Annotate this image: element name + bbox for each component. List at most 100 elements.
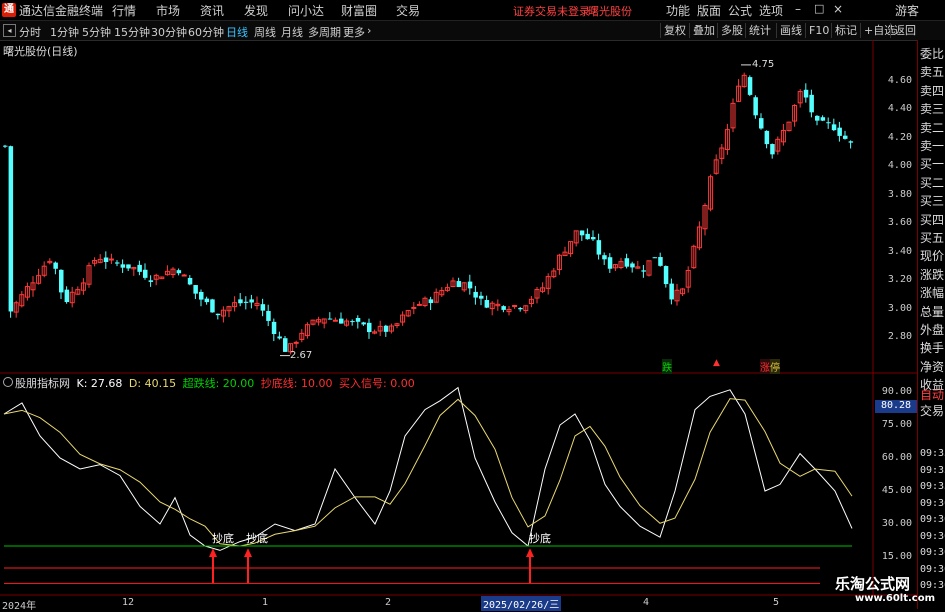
zhang-badge: 涨 — [760, 359, 770, 374]
candle-body — [669, 283, 674, 300]
panel-item[interactable]: 买二 — [920, 174, 945, 191]
minimize-button[interactable]: – — [795, 2, 801, 16]
candle-body — [3, 145, 8, 147]
panel-item[interactable]: 卖二 — [920, 119, 945, 136]
menu-caifuquan[interactable]: 财富圈 — [341, 2, 377, 19]
x-label: 2024年 — [2, 601, 37, 612]
guest-label[interactable]: 游客 — [895, 2, 919, 19]
panel-item-trade[interactable]: 自动 — [920, 386, 945, 403]
maximize-button[interactable]: □ — [814, 2, 824, 15]
toggle-icon[interactable]: ◂ — [3, 24, 16, 37]
k-value: K: 27.68 — [76, 377, 123, 390]
kline-chart-area[interactable] — [0, 40, 917, 609]
biaoji-button[interactable]: 标记 — [831, 23, 860, 38]
duogu-button[interactable]: 多股 — [717, 23, 746, 38]
menu-faxian[interactable]: 发现 — [244, 2, 268, 19]
period-60min[interactable]: 60分钟 — [188, 24, 224, 40]
candle-body — [602, 255, 607, 260]
f10-button[interactable]: F10 — [805, 23, 832, 38]
candle-body — [126, 264, 131, 269]
panel-item[interactable]: 买五 — [920, 229, 945, 246]
tongji-button[interactable]: 统计 — [745, 23, 774, 38]
k-line — [3, 386, 853, 551]
panel-item[interactable]: 卖四 — [920, 82, 945, 99]
title-bar: 通 通达信金融终端 行情 市场 资讯 发现 问小达 财富圈 交易 证券交易未登录… — [0, 0, 945, 21]
panel-item-trade[interactable]: 交易 — [920, 402, 945, 419]
period-day[interactable]: 日线 — [226, 24, 248, 40]
menu-jiaoyi[interactable]: 交易 — [396, 2, 420, 19]
trade-login-notice[interactable]: 证券交易未登录 — [513, 3, 590, 19]
huaxian-button[interactable]: 画线 — [776, 23, 805, 38]
candle-body — [215, 313, 221, 316]
menu-gongneng[interactable]: 功能 — [666, 2, 690, 19]
panel-item[interactable]: 外盘 — [920, 321, 945, 338]
period-toolbar: ◂ 分时 1分钟 5分钟 15分钟 30分钟 60分钟 日线 周线 月线 多周期… — [0, 21, 945, 41]
tick-time: 09:36 — [920, 530, 945, 542]
buy-signal-arrow — [244, 548, 252, 557]
period-15min[interactable]: 15分钟 — [114, 24, 150, 40]
candle-body — [8, 146, 14, 312]
tick-time: 09:35 — [920, 481, 945, 492]
period-more[interactable]: 更多 — [343, 24, 365, 40]
panel-item[interactable]: 总量 — [920, 303, 945, 320]
period-month[interactable]: 月线 — [281, 24, 303, 40]
panel-item[interactable]: 委比 — [920, 45, 945, 62]
close-button[interactable]: × — [833, 2, 843, 16]
panel-item[interactable]: 卖一 — [920, 137, 945, 154]
period-1min[interactable]: 1分钟 — [50, 24, 79, 40]
candle-body — [826, 122, 831, 124]
y-tick: 3.20 — [887, 274, 912, 285]
diejia-button[interactable]: 叠加 — [689, 23, 718, 38]
candle-body — [837, 127, 842, 136]
candle-body — [103, 257, 109, 262]
panel-item[interactable]: 卖三 — [920, 100, 945, 117]
panel-item[interactable]: 换手 — [920, 339, 945, 356]
candle-body — [428, 299, 434, 304]
more-chevron-icon[interactable]: › — [367, 24, 371, 37]
d-line — [3, 398, 853, 547]
panel-item[interactable]: 现价 — [920, 247, 945, 264]
candle-body — [416, 303, 422, 306]
panel-item[interactable]: 涨跌 — [920, 266, 945, 283]
candle-body — [193, 285, 198, 294]
candle-body — [467, 281, 473, 289]
back-button[interactable]: 返回 — [890, 23, 919, 38]
candle-body — [204, 298, 210, 303]
candle-body — [383, 325, 389, 332]
ind-y-tick: 30.00 — [881, 518, 912, 529]
menu-banmian[interactable]: 版面 — [697, 2, 721, 19]
panel-item[interactable]: 买一 — [920, 155, 945, 172]
y-tick: 3.80 — [887, 189, 912, 200]
candle-body — [753, 97, 758, 116]
indicator-settings-icon[interactable] — [3, 377, 13, 387]
period-30min[interactable]: 30分钟 — [151, 24, 187, 40]
menu-xuanxiang[interactable]: 选项 — [759, 2, 783, 19]
tick-time: 09:36 — [920, 514, 945, 525]
panel-item[interactable]: 买三 — [920, 192, 945, 209]
period-week[interactable]: 周线 — [254, 24, 276, 40]
period-multi[interactable]: 多周期 — [308, 24, 341, 40]
app-logo-icon: 通 — [2, 3, 16, 17]
panel-item[interactable]: 卖五 — [920, 63, 945, 80]
menu-gongshi[interactable]: 公式 — [728, 2, 752, 19]
candle-body — [501, 306, 506, 310]
menu-hangqing[interactable]: 行情 — [112, 2, 136, 19]
x-label: 12 — [122, 597, 135, 608]
candle-body — [332, 319, 338, 322]
period-fenshi[interactable]: 分时 — [19, 24, 41, 40]
bottom-line-value: 抄底线: 10.00 — [260, 377, 333, 390]
menu-zixun[interactable]: 资讯 — [200, 2, 224, 19]
fuquan-button[interactable]: 复权 — [660, 23, 689, 38]
panel-item[interactable]: 涨幅 — [920, 284, 945, 301]
ting-badge: 停 — [770, 359, 780, 374]
low-price-label: 2.67 — [290, 350, 313, 361]
panel-item[interactable]: 净资 — [920, 358, 945, 375]
menu-wenxiaoda[interactable]: 问小达 — [288, 2, 324, 19]
tick-time: 09:36 — [920, 563, 945, 575]
period-5min[interactable]: 5分钟 — [82, 24, 111, 40]
panel-item[interactable]: 买四 — [920, 211, 945, 228]
candle-body — [187, 277, 193, 285]
menu-shichang[interactable]: 市场 — [156, 2, 180, 19]
indicator-name[interactable]: 股朋指标网 — [15, 377, 70, 390]
chart-title: 曙光股份(日线) — [3, 45, 78, 58]
